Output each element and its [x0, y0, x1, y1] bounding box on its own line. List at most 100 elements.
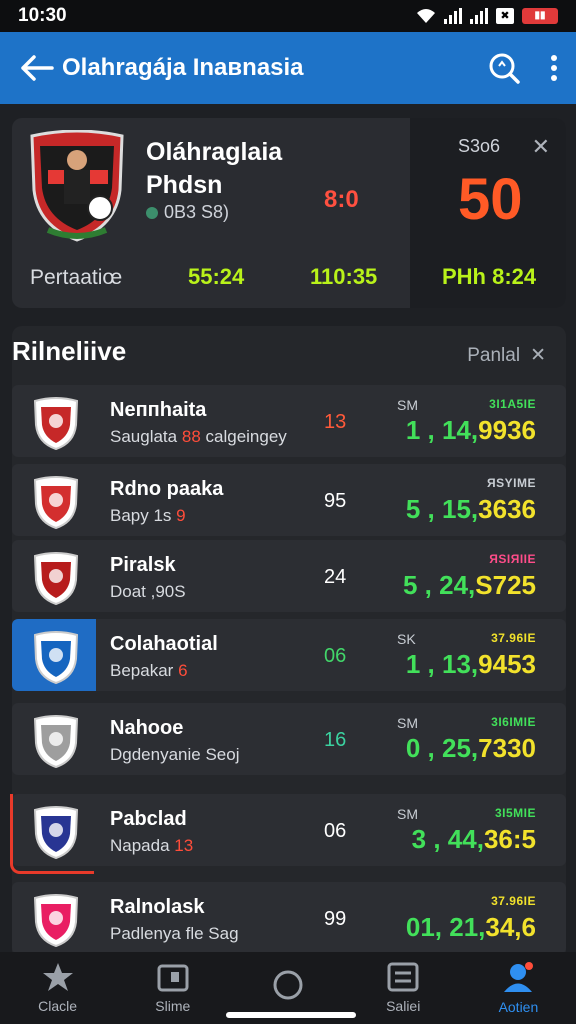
home-indicator — [226, 1012, 356, 1018]
nav-label-3: Saliei — [386, 998, 421, 1014]
table-row[interactable]: Rdno paaka Bapy 1s 9 95 ЯSYIME 5 , 15,3636 — [12, 464, 566, 536]
battery-icon: ▮▮ — [522, 8, 558, 24]
row-tag: SM — [397, 806, 418, 822]
wifi-icon — [417, 9, 435, 23]
list-title: Rilneliive — [12, 336, 127, 366]
table-row[interactable]: Neппhaita Sauglata 88 calgeingey 13 SM 3I1A5… — [12, 385, 566, 457]
team-crest-icon — [33, 397, 79, 451]
status-bar: 10:30 ✖ ▮▮ — [0, 0, 576, 32]
row-subtitle: Doat ,90S — [110, 582, 186, 602]
row-sub-text: Bapy 1s — [110, 506, 172, 525]
nav-item-1[interactable]: Slime — [115, 952, 230, 1024]
home-circle-icon — [273, 970, 303, 1000]
row-sub-text: Bepakar — [110, 661, 174, 680]
row-tag-secondary: ЯSYIME — [487, 476, 536, 490]
team-crest-icon — [33, 552, 79, 606]
team-crest-icon — [33, 715, 79, 769]
row-value-tail: 3636 — [478, 494, 536, 524]
row-value: 5 , 15,3636 — [406, 494, 536, 525]
row-sub-accent: 88 — [181, 427, 201, 446]
row-count: 06 — [324, 820, 347, 842]
team-name: Oláhraglaia Phdsn — [146, 138, 283, 199]
status-time: 10:30 — [18, 5, 67, 26]
row-tag-secondary: 37.96IE — [491, 894, 536, 908]
row-tag: SK — [397, 631, 416, 647]
team-badge-icon — [30, 130, 124, 242]
table-row[interactable]: Pabclad Napada 13 06 SM 3I5MIE 3 , 44,36:5 — [12, 794, 566, 866]
row-subtitle: Napada 13 — [110, 836, 193, 856]
star-icon — [42, 963, 73, 991]
row-team-name: Ralnolask — [110, 896, 205, 918]
close-icon[interactable]: ✕ — [530, 344, 546, 367]
row-tag-secondary: ЯSIЯIIE — [489, 552, 536, 566]
table-row[interactable]: Piralsk Doat ,90S 24 ЯSIЯIIE 5 , 24,S725 — [12, 540, 566, 612]
row-team-name: Neппhaita — [110, 399, 207, 421]
row-subtitle: Bapy 1s 9 — [110, 506, 186, 526]
app-title: Olahragája Inaвnasia — [62, 54, 304, 81]
row-sub-accent: 13 — [174, 836, 194, 855]
live-score: 8:0 — [324, 186, 359, 213]
team-crest-icon — [33, 894, 79, 948]
row-value-main: 5 , 15, — [405, 494, 479, 524]
row-team-name: Colahaotial — [110, 633, 218, 655]
signal-icon-2 — [470, 8, 488, 24]
search-icon[interactable] — [488, 52, 520, 84]
row-value-tail: 36:5 — [483, 824, 536, 854]
team-meta: 0B3 S8) — [146, 202, 229, 223]
row-team-name: Rdno paaka — [110, 478, 224, 500]
table-row[interactable]: Nahooe Dgdenyanie Seoj 16 SM 3I6IMIE 0 , 25,… — [12, 703, 566, 775]
league-icon — [146, 206, 158, 219]
row-value: 5 , 24,S725 — [403, 570, 536, 601]
row-count: 16 — [324, 729, 347, 751]
score-panel-time: PHh 8:24 — [442, 264, 537, 289]
selection-marker — [10, 794, 94, 874]
row-subtitle: Sauglata 88 calgeingey — [110, 427, 287, 447]
notification-icon: ✖ — [496, 8, 514, 24]
row-team-name: Pabclad — [110, 808, 187, 830]
match-time-b: 110:35 — [310, 264, 378, 289]
table-row[interactable]: Colahaotial Bepakar 6 06 SK 37.96IE 1 , 13,9… — [12, 619, 566, 691]
signal-icon — [444, 8, 462, 24]
more-options-icon[interactable] — [550, 54, 558, 82]
row-subtitle: Bepakar 6 — [110, 661, 188, 681]
row-tag: SM — [397, 715, 418, 731]
score-panel-label: S3о6 — [458, 136, 501, 156]
match-card[interactable]: Oláhraglaia Phdsn 0B3 S8) 8:0 Pertaatiœ … — [12, 118, 566, 308]
row-sub-accent: 9 — [176, 506, 186, 525]
row-count: 24 — [324, 566, 347, 588]
nav-label-0: Clacle — [38, 998, 78, 1014]
team-crest-icon — [33, 476, 79, 530]
nav-item-4[interactable]: Aotien — [461, 952, 576, 1024]
nav-item-3[interactable]: Saliei — [346, 952, 461, 1024]
row-sub-text: Napada — [110, 836, 170, 855]
table-row[interactable]: Ralnolask Padlenya fle Sag 99 37.96IE 01, 2… — [12, 882, 566, 954]
row-count: 95 — [324, 490, 347, 512]
nav-label-4: Aotien — [498, 999, 539, 1015]
row-team-name: Nahooe — [110, 717, 184, 739]
status-icons: ✖ ▮▮ — [416, 8, 558, 24]
row-tag-secondary: 37.96IE — [491, 631, 536, 645]
back-arrow-icon[interactable] — [20, 55, 54, 81]
nav-item-0[interactable]: Clacle — [0, 952, 115, 1024]
list-filter-button[interactable]: Panlal ✕ — [467, 344, 546, 367]
big-score: 50 — [458, 167, 523, 232]
row-value-main: 3 , 44, — [411, 824, 484, 854]
row-sub-accent: 6 — [178, 661, 188, 680]
calendar-icon — [157, 964, 189, 992]
row-tag-secondary: 3I5MIE — [494, 806, 536, 820]
row-value: 3 , 44,36:5 — [412, 824, 536, 855]
row-count: 06 — [324, 645, 347, 667]
row-count: 13 — [324, 411, 347, 433]
row-subtitle: Padlenya fle Sag — [110, 924, 239, 944]
row-value-tail: 34,6 — [485, 912, 536, 942]
row-tag-secondary: 3I6IMIE — [491, 715, 536, 729]
row-value: 1 , 14,9936 — [406, 415, 536, 446]
row-value-main: 1 , 13, — [405, 649, 479, 679]
row-value-main: 01, 21, — [405, 912, 486, 942]
team-crest-icon — [33, 631, 79, 685]
row-tag-secondary: 3I1A5IE — [489, 397, 536, 411]
row-value-main: 5 , 24, — [402, 570, 476, 600]
app-bar: Olahragája Inaвnasia — [0, 32, 576, 104]
close-icon[interactable]: ✕ — [532, 134, 550, 160]
row-value-tail: S725 — [475, 570, 536, 600]
